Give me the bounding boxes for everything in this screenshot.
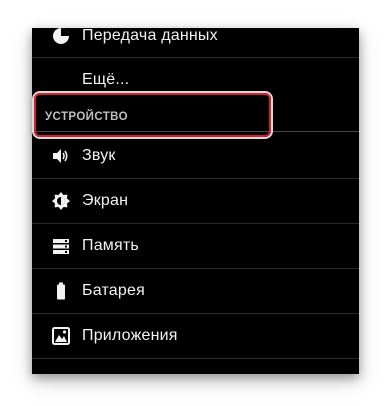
battery-icon [52,282,70,300]
settings-item-label: Звук [82,146,116,164]
settings-item-label: Память [82,236,139,254]
settings-item-display[interactable]: Экран [32,178,359,223]
settings-item-label: Приложения [82,326,178,344]
settings-item-storage[interactable]: Память [32,223,359,268]
settings-item-label: Ещё... [82,70,130,88]
settings-item-label: Экран [82,191,129,209]
highlight-frame [34,93,271,137]
settings-item-sound[interactable]: Звук [32,133,359,178]
volume-icon [52,147,70,165]
settings-item-label: Батарея [82,281,145,299]
storage-icon [52,237,70,255]
settings-item-label: Передача данных [82,28,218,44]
settings-panel: Передача данных Ещё... УСТРОЙСТВО Звук Э… [32,28,359,374]
brightness-icon [52,191,70,210]
apps-icon [52,326,70,345]
settings-item-battery[interactable]: Батарея [32,268,359,313]
divider [32,358,359,359]
settings-item-apps[interactable]: Приложения [32,313,359,358]
settings-item-data-usage[interactable]: Передача данных [32,28,359,58]
data-usage-icon [52,28,70,45]
